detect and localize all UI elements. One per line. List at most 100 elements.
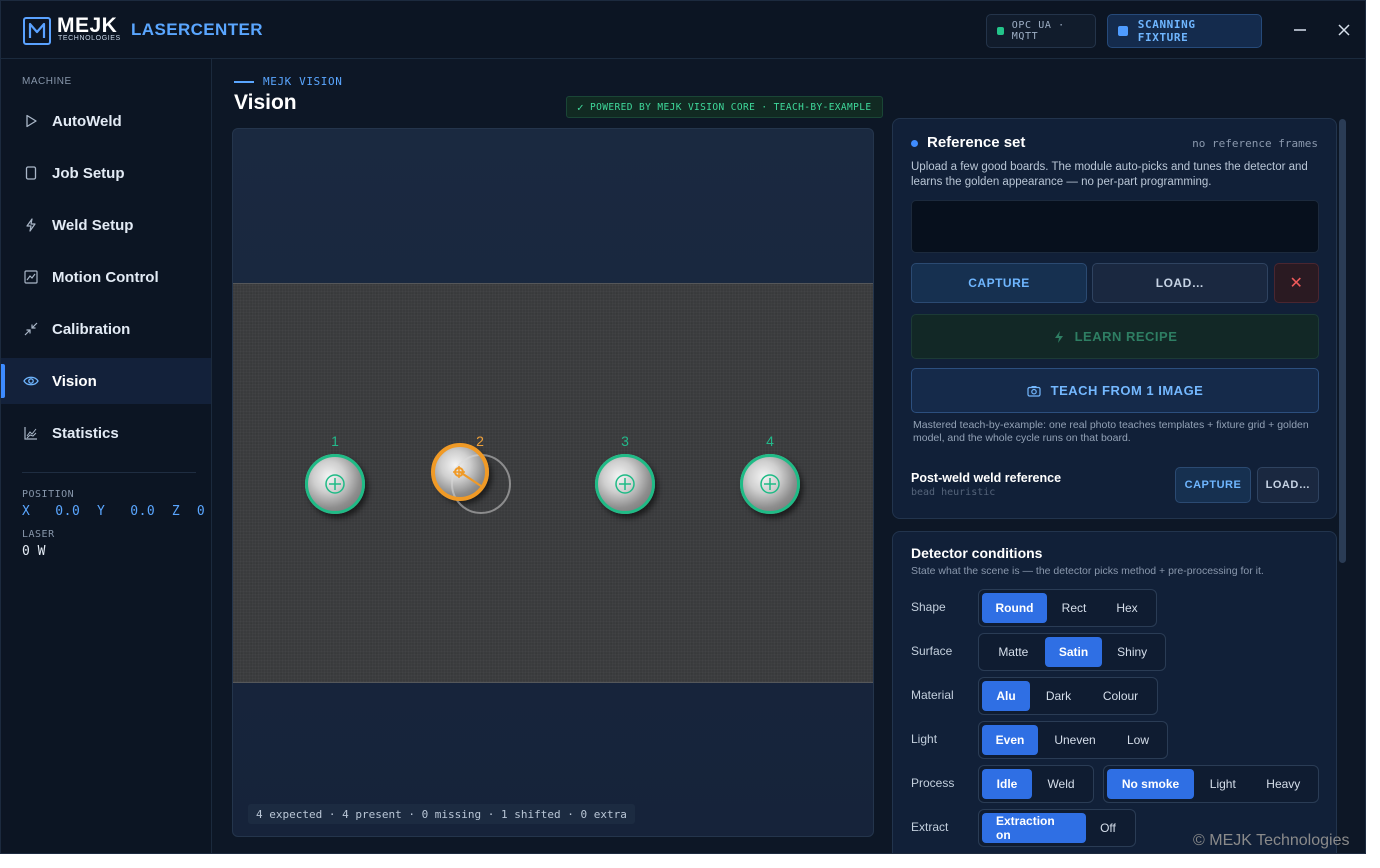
sidebar-item-calibration[interactable]: Calibration [1, 306, 211, 352]
sidebar-item-vision[interactable]: Vision [1, 358, 211, 404]
shape-label: Shape [911, 600, 946, 614]
opc-status-text: OPC UA · MQTT [1011, 20, 1065, 42]
sidebar-item-motion-control[interactable]: Motion Control [1, 254, 211, 300]
load-button[interactable]: LOAD… [1092, 263, 1268, 303]
capture-button[interactable]: CAPTURE [911, 263, 1087, 303]
extract-selector: Extraction on Off [978, 809, 1136, 847]
connection-dot-icon [997, 27, 1004, 35]
shape-option-rect[interactable]: Rect [1047, 593, 1101, 623]
learn-recipe-label: LEARN RECIPE [1074, 329, 1178, 344]
light-option-even[interactable]: Even [982, 725, 1038, 755]
logo-word: MEJK [57, 14, 118, 37]
scan-fixture-pill[interactable]: SCANNING FIXTURE [1107, 14, 1262, 48]
surface-option-satin[interactable]: Satin [1044, 637, 1103, 667]
crosshair-icon [325, 474, 345, 494]
close-window-button[interactable] [1332, 18, 1356, 42]
light-option-low[interactable]: Low [1112, 725, 1164, 755]
surface-selector: Matte Satin Shiny [978, 633, 1166, 671]
material-label: Material [911, 688, 954, 702]
app-name: LASERCENTER [131, 20, 263, 39]
stud-number: 3 [621, 433, 629, 449]
shape-option-round[interactable]: Round [982, 593, 1047, 623]
minimize-button[interactable] [1288, 18, 1312, 42]
sidebar-item-weld-setup[interactable]: Weld Setup [1, 202, 211, 248]
play-icon [23, 113, 39, 129]
bolt-icon [23, 217, 39, 233]
camera-viewer[interactable]: 1 2 3 4 4 expected · 4 present · 0 missi… [232, 128, 874, 837]
material-option-dark[interactable]: Dark [1030, 681, 1087, 711]
sidebar-item-label: AutoWeld [52, 112, 122, 130]
powered-badge: ✓ POWERED BY MEJK VISION CORE · TEACH-BY… [566, 96, 883, 118]
document-icon [23, 165, 39, 181]
extract-option-on[interactable]: Extraction on [982, 813, 1086, 843]
sidebar-section-label: MACHINE [22, 76, 72, 87]
teach-note: Mastered teach-by-example: one real phot… [913, 419, 1309, 444]
smoke-option-light[interactable]: Light [1194, 769, 1252, 799]
surface-option-matte[interactable]: Matte [982, 637, 1045, 667]
page-title: Vision [234, 91, 297, 114]
statistics-icon [23, 425, 39, 441]
learn-recipe-button[interactable]: LEARN RECIPE [911, 314, 1319, 359]
surface-label: Surface [911, 644, 953, 658]
laser-label: LASER [22, 529, 55, 540]
panel-subtitle: State what the scene is — the detector p… [911, 565, 1264, 577]
postweld-title: Post-weld weld reference [911, 471, 1062, 485]
panel-title: Detector conditions [911, 545, 1043, 561]
position-label: POSITION [22, 489, 75, 500]
light-option-uneven[interactable]: Uneven [1038, 725, 1112, 755]
material-option-colour[interactable]: Colour [1087, 681, 1154, 711]
shape-option-hex[interactable]: Hex [1101, 593, 1153, 623]
opc-status-pill: OPC UA · MQTT [986, 14, 1096, 48]
copyright-watermark: © MEJK Technologies [1193, 832, 1350, 849]
close-icon [1338, 24, 1350, 36]
detection-status: 4 expected · 4 present · 0 missing · 1 s… [248, 804, 635, 824]
process-option-weld[interactable]: Weld [1032, 769, 1090, 799]
sidebar-item-job-setup[interactable]: Job Setup [1, 150, 211, 196]
process-selector: Idle Weld [978, 765, 1094, 803]
sidebar-item-autoweld[interactable]: AutoWeld [1, 98, 211, 144]
sidebar-divider [22, 472, 196, 473]
smoke-selector: No smoke Light Heavy [1103, 765, 1319, 803]
clear-references-button[interactable]: ✕ [1274, 263, 1319, 303]
close-icon: ✕ [1289, 275, 1304, 292]
breadcrumb: MEJK VISION [234, 75, 342, 88]
powered-text: POWERED BY MEJK VISION CORE · TEACH-BY-E… [590, 101, 872, 113]
reference-drop-zone[interactable] [911, 200, 1319, 253]
sidebar-item-statistics[interactable]: Statistics [1, 410, 211, 456]
process-label: Process [911, 776, 955, 790]
panel-scrollbar[interactable] [1339, 119, 1346, 563]
surface-option-shiny[interactable]: Shiny [1102, 637, 1162, 667]
smoke-option-heavy[interactable]: Heavy [1252, 769, 1315, 799]
mejk-logo-icon [23, 17, 51, 45]
shape-selector: Round Rect Hex [978, 589, 1157, 627]
reference-count: no reference frames [1192, 137, 1318, 150]
reference-set-panel: Reference set no reference frames Upload… [892, 118, 1337, 519]
collapse-arrows-icon [23, 321, 39, 337]
sidebar: MACHINE AutoWeld Job Setup Weld Setup Mo… [1, 59, 212, 853]
sidebar-item-label: Weld Setup [52, 216, 134, 234]
stud-number: 4 [766, 433, 774, 449]
minimize-icon [1294, 29, 1306, 31]
postweld-subtitle: bead heuristic [911, 487, 996, 498]
postweld-capture-button[interactable]: CAPTURE [1175, 467, 1251, 503]
breadcrumb-text: MEJK VISION [263, 75, 343, 88]
extract-option-off[interactable]: Off [1086, 813, 1130, 843]
material-selector: Alu Dark Colour [978, 677, 1158, 715]
check-icon: ✓ [577, 100, 585, 114]
chart-icon [23, 269, 39, 285]
postweld-load-button[interactable]: LOAD… [1257, 467, 1319, 503]
smoke-option-none[interactable]: No smoke [1107, 769, 1195, 799]
position-readout: X 0.0 Y 0.0 Z 0 [22, 504, 206, 519]
teach-from-image-button[interactable]: TEACH FROM 1 IMAGE [911, 368, 1319, 413]
sidebar-item-label: Calibration [52, 320, 131, 338]
panel-dot-icon [911, 140, 918, 147]
process-option-idle[interactable]: Idle [982, 769, 1032, 799]
material-option-alu[interactable]: Alu [982, 681, 1030, 711]
logo-subtitle: TECHNOLOGIES [58, 35, 121, 42]
detector-conditions-panel: Detector conditions State what the scene… [892, 531, 1337, 853]
light-selector: Even Uneven Low [978, 721, 1168, 759]
sidebar-item-label: Vision [52, 372, 97, 390]
scan-square-icon [1118, 26, 1128, 36]
crosshair-icon [760, 474, 780, 494]
app-window: MEJK TECHNOLOGIES LASERCENTER OPC UA · M… [0, 0, 1366, 854]
